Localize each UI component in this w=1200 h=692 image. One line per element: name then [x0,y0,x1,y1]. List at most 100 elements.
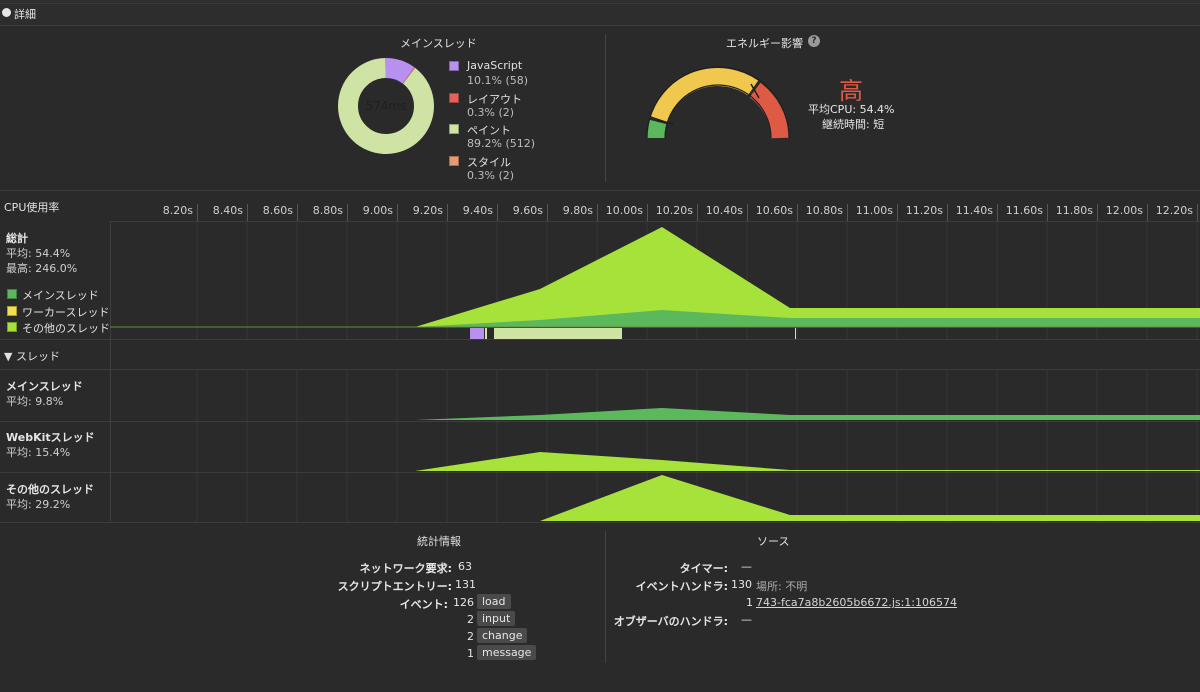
legend-label-paint: ペイント [467,124,511,137]
sources-timer-key: タイマー: [679,562,728,575]
section-divider-threads [0,339,1200,340]
legend-swatch-layout [449,93,459,103]
stats-script-key: スクリプトエントリー: [337,580,452,593]
time-tick-label: 10.60s [755,204,793,217]
energy-help-icon[interactable]: ? [808,35,820,47]
energy-avg-cpu: 平均CPU: 54.4% [808,103,895,116]
sources-handler-value: 130 [731,578,752,591]
time-tick-label: 9.00s [362,204,393,217]
time-tick-label: 10.80s [805,204,843,217]
cpu-total-avg: 平均: 54.4% [6,247,71,260]
thread-row-divider-3 [0,522,1200,523]
thread-main-chart [110,370,1200,421]
donut-center-label: 574ms [366,99,407,113]
time-tick-label: 11.40s [955,204,993,217]
time-tick-label: 11.60s [1005,204,1043,217]
cpu-legend-label-worker: ワーカースレッド [22,306,110,319]
event-count-change: 2 [467,630,474,643]
sources-handler2-value: 1 [746,596,753,609]
legend-label-layout: レイアウト [467,93,522,106]
details-toggle-icon[interactable] [2,8,11,17]
time-tick-label: 9.80s [562,204,593,217]
legend-label-style: スタイル [467,156,511,169]
sources-handler-location: 場所: 不明 [756,580,808,593]
details-title: 詳細 [14,8,36,21]
summary-divider [605,34,606,182]
time-tick-label: 11.00s [855,204,893,217]
time-tick-label: 12.00s [1105,204,1143,217]
section-divider-cpu [0,190,1200,191]
time-tick-label: 9.20s [412,204,443,217]
thread-main-area [110,408,1200,420]
disclosure-triangle-icon: ▼ [4,350,13,363]
legend-swatch-style [449,156,459,166]
energy-duration: 継続時間: 短 [822,118,885,131]
time-tick-label: 10.40s [705,204,743,217]
cpu-legend-swatch-main [7,289,17,299]
sources-observer-key: オブザーバのハンドラ: [613,615,728,628]
time-tick-label: 11.20s [905,204,943,217]
thread-webkit-area [110,452,1200,471]
thread-webkit-label: WebKitスレッド [6,431,95,444]
thread-webkit-avg: 平均: 15.4% [6,446,71,459]
time-tick-label: 11.80s [1055,204,1093,217]
time-ruler: 8.20s 8.40s 8.60s 8.80s 9.00s 9.20s 9.40s 9.60s… [0,204,1200,222]
time-tick-label: 9.40s [462,204,493,217]
time-tick-label: 8.80s [312,204,343,217]
thread-webkit-chart [110,422,1200,472]
event-count-load: 126 [453,596,474,609]
stats-network-value: 63 [458,560,472,573]
legend-value-layout: 0.3% (2) [467,106,515,119]
legend-swatch-javascript [449,61,459,71]
cpu-total-chart [110,222,1200,340]
legend-value-javascript: 10.1% (58) [467,74,529,87]
event-count-message: 1 [467,647,474,660]
event-pill-load[interactable]: load [477,594,511,609]
thread-other-label: その他のスレッド [6,483,94,496]
gauge-low-segment [647,119,667,139]
time-tick-label: 10.00s [605,204,643,217]
threads-toggle[interactable]: ▼ スレッド [4,348,60,364]
energy-gauge [646,66,790,139]
cpu-total-label: 総計 [6,232,28,245]
cpu-legend-swatch-worker [7,306,17,316]
thread-other-area [110,475,1200,521]
main-thread-donut: 574ms [338,58,434,154]
legend-label-javascript: JavaScript [467,59,523,72]
energy-title: エネルギー影響 [726,37,803,50]
cpu-total-max: 最高: 246.0% [6,262,78,275]
time-tick-label: 12.20s [1155,204,1193,217]
thread-main-avg: 平均: 9.8% [6,395,64,408]
stats-divider [605,531,606,663]
stats-network-key: ネットワーク要求: [359,562,452,575]
thread-main-label: メインスレッド [6,380,83,393]
cpu-legend-swatch-other [7,322,17,332]
top-divider [0,0,1200,4]
timeline-javascript-block [470,328,484,339]
sources-handler-link[interactable]: 743-fca7a8b2605b6672.js:1:106574 [756,596,957,609]
thread-other-avg: 平均: 29.2% [6,498,71,511]
time-tick-label: 8.60s [262,204,293,217]
sources-timer-value: — [741,560,752,573]
threads-title: スレッド [15,350,60,363]
event-pill-input[interactable]: input [477,611,516,626]
timeline-paint-block [494,328,622,339]
sources-title: ソース [757,535,790,548]
sources-handler-key: イベントハンドラ: [635,580,728,593]
time-tick-label: 10.20s [655,204,693,217]
sources-observer-value: — [741,613,752,626]
legend-value-style: 0.3% (2) [467,169,515,182]
time-tick-mark [1197,204,1198,222]
legend-swatch-paint [449,124,459,134]
event-pill-change[interactable]: change [477,628,528,643]
time-tick-label: 9.60s [512,204,543,217]
stats-event-key: イベント: [399,598,448,611]
main-thread-title: メインスレッド [400,37,477,50]
time-tick-label: 8.20s [162,204,193,217]
legend-value-paint: 89.2% (512) [467,137,536,150]
stats-title: 統計情報 [417,535,461,548]
stats-script-value: 131 [455,578,476,591]
event-pill-message[interactable]: message [477,645,537,660]
cpu-legend-label-other: その他のスレッド [22,322,110,335]
cpu-legend-label-main: メインスレッド [22,289,99,302]
